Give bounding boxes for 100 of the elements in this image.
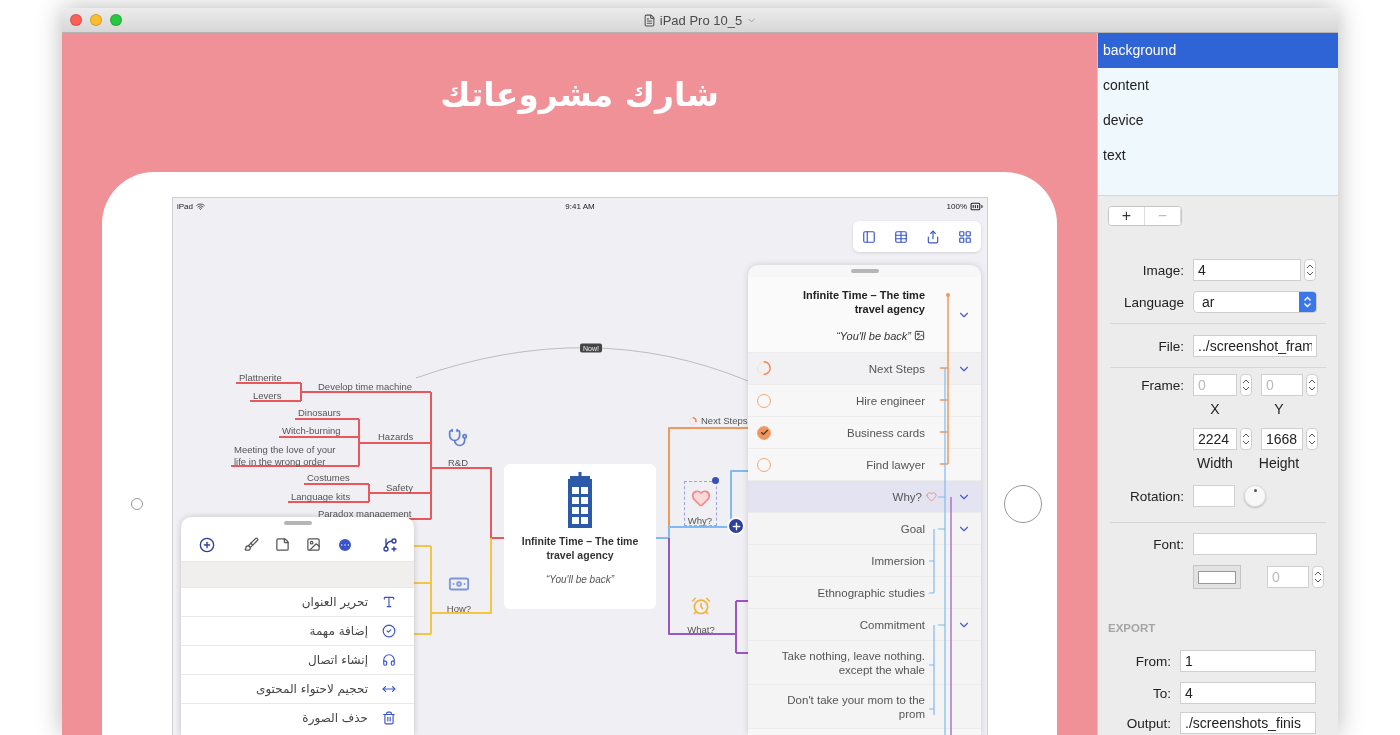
- image-field[interactable]: 4: [1193, 259, 1301, 281]
- outline-row[interactable]: Goal: [748, 513, 981, 545]
- layer-item[interactable]: text: [1098, 138, 1338, 173]
- add-layer-button[interactable]: +: [1109, 207, 1145, 225]
- add-topic-button[interactable]: [727, 517, 745, 535]
- check-icon: [759, 428, 769, 437]
- close-button[interactable]: [70, 14, 82, 26]
- outline-row[interactable]: Ethnographic studies: [748, 577, 981, 609]
- outline-text: Next Steps: [867, 361, 926, 376]
- stepper-control[interactable]: [1312, 566, 1324, 588]
- share-icon: [926, 229, 940, 244]
- topic-label[interactable]: Meeting the love of your life in the wrong order: [234, 444, 350, 467]
- from-field[interactable]: 1: [1180, 650, 1316, 672]
- action-item[interactable]: إنشاء اتصال: [181, 645, 414, 674]
- note-icon: [275, 537, 290, 552]
- central-topic-card[interactable]: Infinite Time – The time travel agency “You'll be back”: [504, 464, 656, 609]
- topic-label[interactable]: Witch-burning: [282, 425, 341, 437]
- up-down-arrows-icon: [1308, 378, 1316, 392]
- outline-text: Take nothing, leave nothing. except the whale: [780, 648, 926, 677]
- task-checkbox[interactable]: [757, 425, 771, 440]
- stepper-control[interactable]: [1240, 374, 1252, 396]
- police-box-icon: [566, 472, 594, 528]
- outline-text: Hire engineer: [854, 393, 926, 408]
- language-popup[interactable]: ar: [1193, 291, 1317, 313]
- topic-label[interactable]: Language kits: [291, 491, 351, 503]
- field-caption: Height: [1258, 455, 1300, 471]
- add-connection-button[interactable]: [197, 535, 217, 555]
- layer-item[interactable]: device: [1098, 103, 1338, 138]
- topic-label[interactable]: Plattnerite: [239, 372, 282, 384]
- width-field[interactable]: 2224: [1193, 428, 1237, 450]
- stepper-control[interactable]: [1306, 428, 1318, 450]
- action-item[interactable]: تحرير العنوان: [181, 587, 414, 616]
- field-label: From:: [1134, 653, 1171, 669]
- selection-frame[interactable]: [684, 481, 717, 526]
- topic-label[interactable]: Develop time machine: [318, 381, 412, 393]
- up-down-arrows-icon: [1314, 570, 1322, 584]
- grid-icon: [958, 229, 972, 244]
- plus-icon: [730, 520, 742, 532]
- outline-text: Commitment: [858, 617, 926, 632]
- output-field[interactable]: ./screenshots_finis: [1180, 712, 1316, 734]
- topic-label[interactable]: Why?: [687, 514, 713, 526]
- topic-label[interactable]: Dinosaurs: [298, 407, 341, 419]
- stepper-control[interactable]: [1306, 374, 1318, 396]
- topic-label[interactable]: Next Steps: [701, 415, 748, 427]
- up-down-arrows-icon: [1306, 263, 1314, 277]
- zoom-button[interactable]: [110, 14, 122, 26]
- headline: شارك مشروعاتك: [440, 75, 719, 115]
- drag-handle[interactable]: [850, 269, 879, 273]
- topic-label[interactable]: Paradox management: [318, 508, 412, 520]
- outline-text: Business cards: [846, 425, 926, 440]
- section-heading: EXPORT: [1108, 622, 1157, 636]
- height-field[interactable]: 1668: [1261, 428, 1303, 450]
- alarm-clock-icon: [691, 596, 711, 616]
- font-field[interactable]: [1193, 533, 1317, 555]
- outline-text: Immersion: [870, 553, 926, 568]
- up-down-arrows-icon: [1303, 295, 1312, 309]
- drag-handle[interactable]: [283, 521, 312, 525]
- topic-label[interactable]: Costumes: [307, 472, 350, 484]
- stepper-control[interactable]: [1240, 428, 1252, 450]
- text-icon: [382, 595, 396, 609]
- color-well[interactable]: [1193, 565, 1241, 589]
- field-label: Rotation:: [1128, 488, 1184, 504]
- layer-item[interactable]: background: [1098, 33, 1338, 68]
- outline-row[interactable]: Infinite Time – The time travel agency “You'll be back”: [748, 277, 981, 353]
- outline-row[interactable]: Immersion: [748, 545, 981, 577]
- action-item[interactable]: إضافة مهمة: [181, 616, 414, 645]
- layer-item[interactable]: content: [1098, 68, 1338, 103]
- rotation-field[interactable]: [1193, 485, 1235, 507]
- heart-icon: [690, 488, 711, 508]
- outline-row[interactable]: Hire engineer: [748, 385, 981, 417]
- ellipsis-circle-icon: [337, 537, 353, 553]
- to-field[interactable]: 4: [1180, 682, 1316, 704]
- outline-row[interactable]: Commitment: [748, 609, 981, 641]
- topic-label[interactable]: How?: [446, 602, 472, 614]
- action-item[interactable]: حذف الصورة: [181, 703, 414, 732]
- topic-label[interactable]: Hazards: [378, 431, 414, 443]
- topic-label[interactable]: R&D: [447, 456, 469, 468]
- outline-row[interactable]: Take nothing, leave nothing. except the whale: [748, 641, 981, 685]
- handle-dot[interactable]: [712, 477, 719, 484]
- trash-icon: [382, 711, 396, 725]
- brush-icon: [244, 537, 259, 552]
- field-label: Output:: [1125, 715, 1171, 731]
- battery-text: 100%: [946, 201, 967, 211]
- outline-row[interactable]: Don't take your mom to the prom: [748, 685, 981, 729]
- outline-row[interactable]: Why?: [748, 481, 981, 513]
- wifi-icon: [196, 201, 205, 211]
- topic-label[interactable]: Safety: [386, 482, 413, 494]
- outline-text: Don't take your mom to the prom: [786, 692, 926, 721]
- outline-row[interactable]: Find lawyer: [748, 449, 981, 481]
- panel-icon: [862, 229, 876, 244]
- outline-note: “You'll be back”: [836, 329, 911, 342]
- topic-label[interactable]: Levers: [253, 390, 282, 402]
- topic-label[interactable]: What?: [687, 623, 715, 635]
- outline-row[interactable]: Next Steps: [748, 353, 981, 385]
- up-down-arrows-icon: [1242, 432, 1250, 446]
- heart-icon: [926, 491, 937, 502]
- add-child-button[interactable]: [380, 535, 400, 555]
- outline-row[interactable]: Business cards: [748, 417, 981, 449]
- stepper-control[interactable]: [1304, 259, 1316, 281]
- action-item[interactable]: تحجيم لاحتواء المحتوى: [181, 674, 414, 703]
